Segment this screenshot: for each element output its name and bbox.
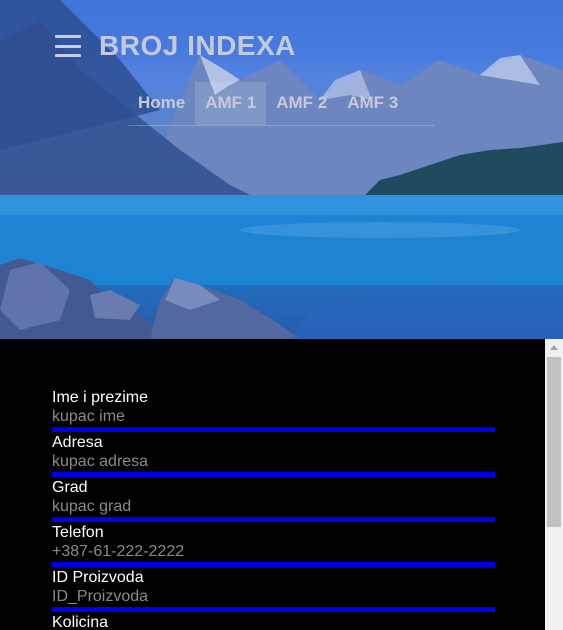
nav-item-amf-3[interactable]: AMF 3	[337, 82, 408, 125]
field-label-telefon: Telefon	[52, 524, 104, 541]
main-nav: Home AMF 1 AMF 2 AMF 3	[128, 82, 434, 126]
field-grad: Grad	[52, 479, 495, 522]
field-ime-i-prezime: Ime i prezime	[52, 389, 495, 432]
nav-item-amf-2[interactable]: AMF 2	[266, 82, 337, 125]
field-adresa: Adresa	[52, 434, 495, 477]
field-label-grad: Grad	[52, 479, 88, 496]
field-id-proizvoda: ID Proizvoda	[52, 569, 495, 612]
id-proizvoda-input[interactable]	[52, 587, 495, 612]
nav-item-home[interactable]: Home	[128, 82, 195, 125]
adresa-input[interactable]	[52, 452, 495, 477]
field-telefon: Telefon	[52, 524, 495, 567]
field-label-adresa: Adresa	[52, 434, 103, 451]
field-label-kolicina: Kolicina	[52, 614, 109, 630]
field-label-ime-i-prezime: Ime i prezime	[52, 389, 149, 406]
scroll-thumb[interactable]	[547, 357, 561, 527]
grad-input[interactable]	[52, 497, 495, 522]
nav-item-amf-1[interactable]: AMF 1	[195, 82, 267, 125]
order-form: Ime i prezime Adresa Grad Telefon ID Pro…	[0, 339, 545, 630]
field-label-id-proizvoda: ID Proizvoda	[52, 569, 144, 586]
brand-title: BROJ INDEXA	[99, 30, 296, 61]
hero-banner: BROJ INDEXA Home AMF 1 AMF 2 AMF 3	[0, 0, 563, 339]
ime-i-prezime-input[interactable]	[52, 407, 495, 432]
vertical-scrollbar[interactable]	[545, 339, 563, 630]
telefon-input[interactable]	[52, 542, 495, 567]
scroll-up-arrow-icon[interactable]	[545, 339, 563, 355]
hamburger-menu-icon[interactable]	[55, 35, 81, 57]
field-kolicina: Kolicina	[52, 614, 495, 630]
brand: BROJ INDEXA	[55, 30, 296, 62]
